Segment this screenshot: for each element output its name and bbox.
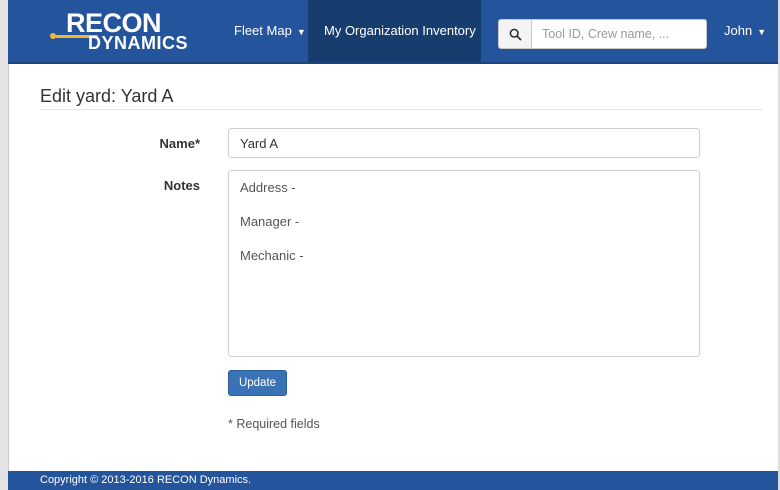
footer-copyright: Copyright © 2013-2016 RECON Dynamics. [40,474,252,486]
search-button[interactable] [498,19,532,49]
footer: Copyright © 2013-2016 RECON Dynamics. [8,471,778,490]
notes-line-manager: Manager - [240,214,300,229]
nav-my-organization-inventory[interactable]: My Organization Inventory [308,0,481,62]
name-label: Name* [159,136,200,151]
title-divider [40,109,762,110]
nav-inventory-label: My Organization Inventory [324,23,476,38]
search-icon [509,28,521,40]
top-navbar: RECON DYNAMICS Fleet Map ▼ My Organizatio… [8,0,778,64]
update-button[interactable]: Update [228,370,287,396]
window-left-border [0,0,9,490]
notes-textarea[interactable]: Address - Manager - Mechanic - [228,170,700,357]
nav-fleet-map-label: Fleet Map [234,23,292,38]
user-name: John [724,23,753,38]
caret-down-icon: ▼ [757,26,767,37]
name-field[interactable] [228,128,700,158]
required-fields-note: * Required fields [228,417,320,431]
notes-line-address: Address - [240,180,296,195]
brand-logo[interactable]: RECON DYNAMICS [50,8,210,54]
update-button-label: Update [238,377,277,389]
search-input[interactable] [531,19,707,49]
notes-line-mechanic: Mechanic - [240,248,304,263]
brand-logo-line2: DYNAMICS [88,33,189,53]
caret-down-icon: ▼ [296,26,306,37]
notes-label: Notes [163,178,200,193]
page-title: Edit yard: Yard A [40,86,174,106]
user-menu[interactable]: John ▼ [724,0,766,62]
nav-fleet-map[interactable]: Fleet Map ▼ [218,0,322,62]
